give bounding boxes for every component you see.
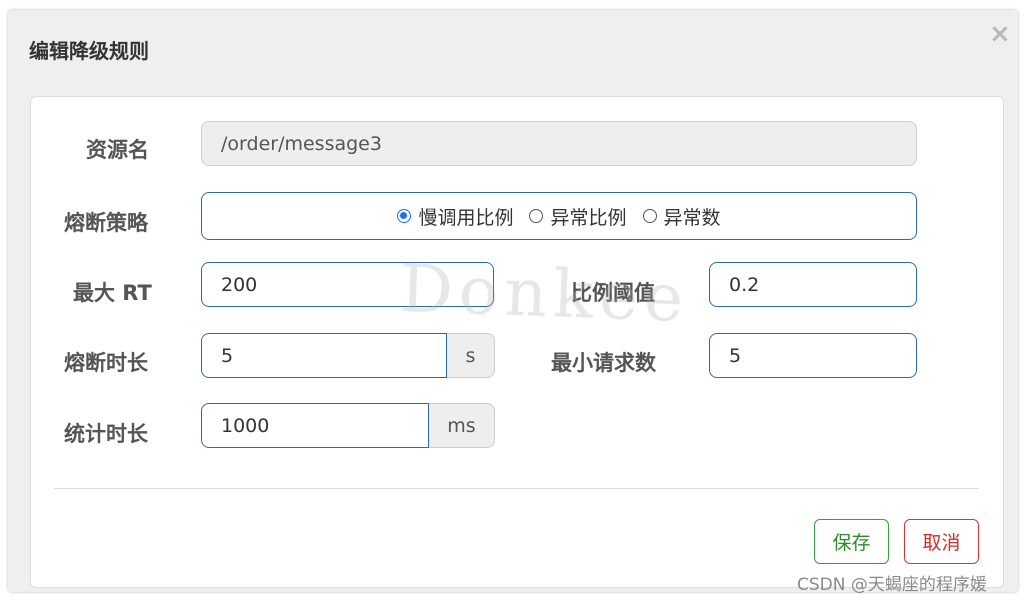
rule-form: 资源名 /order/message3 熔断策略 慢调用比例 异常比例 异常数 …: [30, 96, 1004, 588]
cancel-button[interactable]: 取消: [904, 519, 979, 564]
strategy-option-label: 慢调用比例: [418, 206, 514, 229]
footer-divider: [54, 488, 979, 489]
min-request-label: 最小请求数: [551, 351, 656, 375]
break-duration-value: 5: [221, 344, 234, 367]
max-rt-label: 最大 RT: [73, 281, 152, 305]
stat-duration-label: 统计时长: [64, 422, 148, 446]
min-request-value: 5: [729, 344, 742, 367]
break-duration-label: 熔断时长: [64, 351, 148, 375]
strategy-label: 熔断策略: [64, 211, 148, 235]
strategy-option-label: 异常比例: [550, 206, 627, 229]
radio-unchecked-icon: [642, 209, 657, 223]
strategy-option-error-count[interactable]: 异常数: [642, 203, 721, 230]
strategy-option-slow-call-ratio[interactable]: 慢调用比例: [397, 203, 513, 230]
degrade-rule-dialog: 编辑降级规则 × 资源名 /order/message3 熔断策略 慢调用比例 …: [8, 10, 1018, 592]
ratio-threshold-input[interactable]: 0.2: [709, 262, 917, 307]
strategy-option-label: 异常数: [663, 206, 721, 229]
resource-input: /order/message3: [201, 121, 917, 166]
strategy-option-error-ratio[interactable]: 异常比例: [529, 203, 627, 230]
stat-duration-value: 1000: [221, 414, 270, 437]
close-icon[interactable]: ×: [989, 20, 1011, 48]
strategy-radio-group: 慢调用比例 异常比例 异常数: [201, 192, 917, 240]
radio-unchecked-icon: [529, 209, 544, 223]
stat-duration-input[interactable]: 1000: [201, 403, 429, 448]
save-button[interactable]: 保存: [814, 519, 889, 564]
resource-label: 资源名: [86, 138, 149, 162]
source-credit: CSDN @天蝎座的程序媛: [797, 575, 987, 595]
min-request-input[interactable]: 5: [709, 333, 917, 378]
stat-duration-unit: ms: [429, 403, 495, 448]
ratio-threshold-value: 0.2: [729, 273, 760, 296]
resource-value: /order/message3: [221, 132, 382, 155]
radio-checked-icon: [397, 209, 412, 223]
break-duration-input[interactable]: 5: [201, 333, 447, 378]
break-duration-unit: s: [447, 333, 495, 378]
dialog-title: 编辑降级规则: [29, 39, 149, 63]
ratio-threshold-label: 比例阈值: [571, 281, 655, 305]
max-rt-value: 200: [221, 273, 258, 296]
max-rt-input[interactable]: 200: [201, 262, 494, 307]
